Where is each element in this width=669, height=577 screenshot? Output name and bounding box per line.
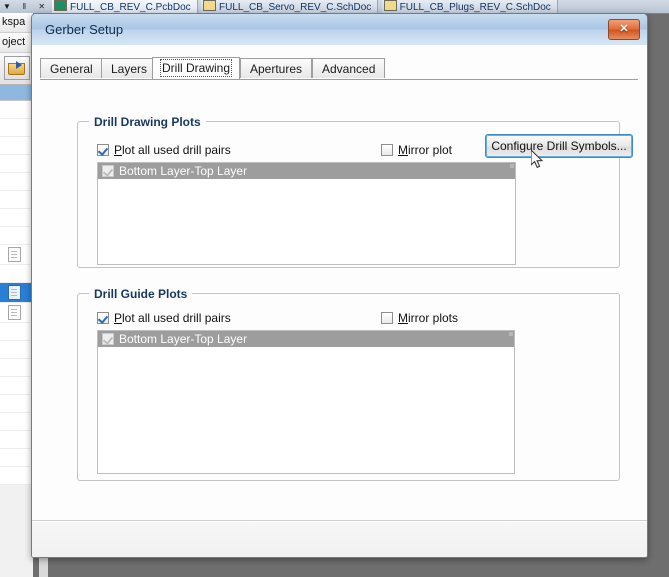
tab-label: Drill Drawing	[159, 59, 233, 77]
list-item-label: Bottom Layer-Top Layer	[119, 164, 248, 178]
schematic-document-icon	[202, 0, 216, 11]
project-file-row[interactable]	[0, 245, 33, 265]
dialog-title: Gerber Setup	[45, 22, 124, 37]
drill-guide-pairs-list[interactable]: Bottom Layer-Top Layer	[97, 330, 515, 474]
project-tree-row[interactable]	[0, 467, 33, 485]
application-bottom-strip	[0, 558, 669, 577]
project-tree-row[interactable]	[0, 449, 33, 467]
project-tree-row[interactable]	[0, 341, 33, 359]
dialog-tab-strip: General Layers Drill Drawing Apertures A…	[40, 57, 638, 80]
tab-label: Apertures	[250, 62, 303, 76]
project-tree-row[interactable]	[0, 227, 33, 245]
project-tree-row[interactable]	[0, 377, 33, 395]
tab-apertures[interactable]: Apertures	[240, 58, 313, 78]
list-item-label: Bottom Layer-Top Layer	[119, 332, 248, 346]
checkbox-icon[interactable]	[102, 165, 114, 177]
project-tree-row[interactable]	[0, 173, 33, 191]
workspace-row[interactable]: kspa	[0, 13, 33, 33]
configure-drill-symbols-button[interactable]: Configure Drill Symbols...	[485, 134, 633, 158]
project-file-row-selected[interactable]	[0, 283, 33, 303]
project-tree-selected-row[interactable]	[0, 85, 33, 101]
tab-layers[interactable]: Layers	[101, 58, 158, 78]
project-tree-row[interactable]	[0, 119, 33, 137]
checkbox-icon[interactable]	[97, 312, 109, 324]
project-tree-row[interactable]	[0, 101, 33, 119]
project-row[interactable]: oject	[0, 33, 33, 53]
project-tree-row[interactable]	[0, 431, 33, 449]
folder-arrow-icon	[16, 61, 22, 69]
mirror-plot-checkbox[interactable]: Mirror plot	[381, 143, 452, 157]
dialog-body: General Layers Drill Drawing Apertures A…	[32, 45, 647, 557]
document-tab-label: FULL_CB_REV_C.PcbDoc	[70, 2, 191, 13]
tab-advanced[interactable]: Advanced	[312, 58, 386, 78]
project-tree-row[interactable]	[0, 191, 33, 209]
checkbox-icon[interactable]	[381, 312, 393, 324]
checkbox-label: lot all used drill pairs	[122, 143, 231, 157]
project-tree-row[interactable]	[0, 209, 33, 227]
document-tab-pcb[interactable]: FULL_CB_REV_C.PcbDoc	[52, 0, 198, 13]
tab-general[interactable]: General	[40, 58, 103, 78]
document-file-icon	[8, 247, 21, 262]
accelerator-letter: P	[114, 143, 123, 157]
pcb-document-icon	[54, 0, 68, 11]
tab-label: Layers	[111, 62, 148, 76]
checkbox-icon[interactable]	[97, 144, 109, 156]
drill-drawing-pairs-list[interactable]: Bottom Layer-Top Layer	[97, 162, 516, 265]
tabbar-divider-icon: ‖	[22, 2, 26, 11]
tab-label: Advanced	[322, 62, 376, 76]
project-tree-row[interactable]	[0, 137, 33, 155]
document-tab-plugs[interactable]: FULL_CB_Plugs_REV_C.SchDoc	[381, 0, 558, 13]
list-item[interactable]: Bottom Layer-Top Layer	[98, 331, 514, 347]
project-file-row[interactable]	[0, 303, 33, 323]
document-tab-label: FULL_CB_Plugs_REV_C.SchDoc	[399, 2, 551, 13]
schematic-document-icon	[383, 0, 397, 11]
checkbox-label: irror plots	[408, 311, 459, 325]
tabbar-close-icon[interactable]: ✕	[35, 0, 49, 13]
list-item[interactable]: Bottom Layer-Top Layer	[98, 163, 515, 179]
document-tab-label: FULL_CB_Servo_REV_C.SchDoc	[218, 2, 372, 13]
document-file-icon	[8, 285, 21, 300]
document-file-icon	[8, 305, 21, 320]
project-tree-row[interactable]	[0, 395, 33, 413]
project-tree-row[interactable]	[0, 359, 33, 377]
accelerator-letter: P	[114, 311, 123, 325]
document-tab-bar[interactable]: ▼ ‖ ✕ FULL_CB_REV_C.PcbDoc FULL_CB_Servo…	[0, 0, 669, 14]
accelerator-letter: M	[398, 311, 408, 325]
project-tree-row[interactable]	[0, 413, 33, 431]
scrollbar-mark[interactable]	[510, 164, 514, 168]
dialog-title-bar[interactable]: Gerber Setup ✕	[32, 14, 647, 46]
project-tree-row[interactable]	[0, 265, 33, 283]
scrollbar-mark[interactable]	[509, 332, 513, 336]
plot-all-used-drill-pairs-checkbox-guide[interactable]: Plot all used drill pairs	[97, 311, 231, 325]
dialog-footer	[32, 521, 647, 557]
mirror-plots-checkbox[interactable]: Mirror plots	[381, 311, 458, 325]
plot-all-used-drill-pairs-checkbox-drawing[interactable]: Plot all used drill pairs	[97, 143, 231, 157]
open-folder-icon[interactable]	[4, 56, 30, 80]
project-tree-row[interactable]	[0, 155, 33, 173]
projects-panel[interactable]: kspa oject	[0, 13, 34, 558]
document-tab-servo[interactable]: FULL_CB_Servo_REV_C.SchDoc	[200, 0, 379, 13]
accelerator-letter: M	[398, 143, 408, 157]
tab-label: General	[50, 62, 93, 76]
group-title: Drill Drawing Plots	[89, 115, 206, 129]
tab-drill-drawing[interactable]: Drill Drawing	[152, 57, 241, 79]
checkbox-icon[interactable]	[102, 333, 114, 345]
close-icon[interactable]: ✕	[608, 19, 640, 40]
checkbox-icon[interactable]	[381, 144, 393, 156]
panel-toolbar	[0, 53, 33, 85]
tabbar-scroll-down-icon[interactable]: ▼	[0, 0, 14, 13]
checkbox-label: lot all used drill pairs	[122, 311, 231, 325]
group-title: Drill Guide Plots	[89, 287, 193, 301]
project-tree-row[interactable]	[0, 323, 33, 341]
desktop-background	[33, 558, 669, 577]
checkbox-label: irror plot	[408, 143, 453, 157]
gerber-setup-dialog: Gerber Setup ✕ General Layers Drill Draw…	[31, 13, 648, 558]
panel-edge-stub	[39, 558, 48, 577]
